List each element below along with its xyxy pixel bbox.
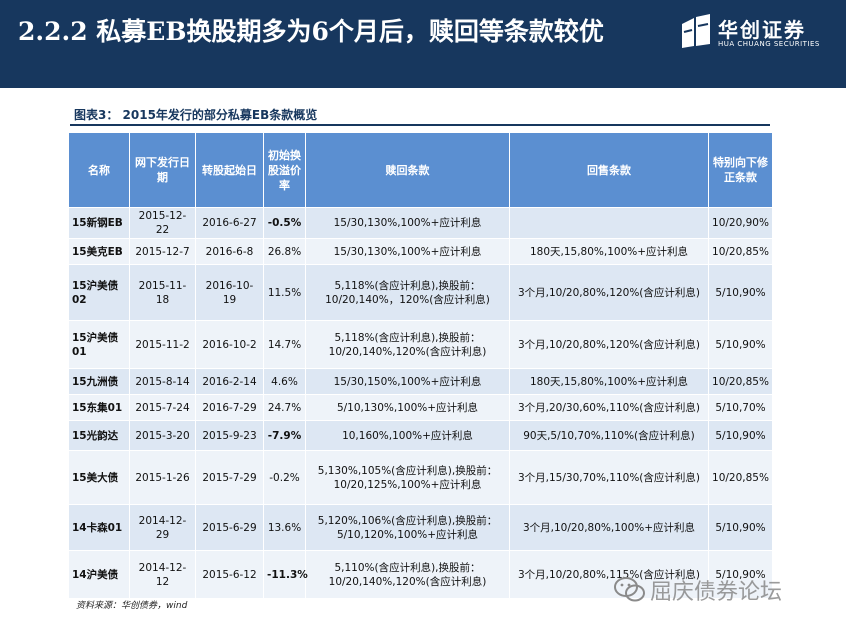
cell-name: 15沪美债02	[68, 264, 130, 321]
cell-issue-date: 2015-8-14	[129, 368, 196, 395]
cell-putback	[509, 207, 709, 239]
cell-conversion-start: 2016-6-8	[195, 238, 264, 265]
cell-putback: 90天,5/10,70%,110%(含应计利息)	[509, 420, 709, 451]
logo-mark-icon	[682, 14, 710, 48]
cell-name: 15光韵达	[68, 420, 130, 451]
table-row: 15沪美债02 2015-11-18 2016-10-19 11.5% 5,11…	[68, 264, 773, 321]
watermark-text: 屈庆债券论坛	[650, 580, 783, 605]
cell-name: 15美克EB	[68, 238, 130, 265]
cell-reset: 5/10,70%	[708, 394, 773, 421]
cell-putback: 3个月,15/30,70%,110%(含应计利息)	[509, 450, 709, 505]
source-note: 资料来源：华创债券，wind	[76, 601, 188, 611]
cell-conversion-start: 2015-7-29	[195, 450, 264, 505]
cell-reset: 10/20,85%	[708, 450, 773, 505]
cell-conversion-start: 2015-6-29	[195, 504, 264, 551]
wechat-icon	[614, 577, 645, 602]
cell-premium: 14.7%	[263, 320, 306, 369]
cell-conversion-start: 2016-7-29	[195, 394, 264, 421]
cell-reset: 10/20,85%	[708, 368, 773, 395]
cell-reset: 5/10,90%	[708, 420, 773, 451]
cell-redeem: 15/30,130%,100%+应计利息	[305, 207, 510, 239]
header-issue-date: 网下发行日期	[129, 132, 196, 208]
cell-premium: -11.3%	[263, 550, 308, 599]
cell-issue-date: 2015-12-22	[129, 207, 196, 239]
cell-putback: 3个月,10/20,80%,120%(含应计利息)	[509, 264, 709, 321]
cell-name: 15东集01	[68, 394, 130, 421]
cell-name: 15九洲债	[68, 368, 130, 395]
cell-issue-date: 2015-11-18	[129, 264, 196, 321]
logo-name: 华创证券	[718, 18, 806, 42]
cell-reset: 5/10,90%	[708, 504, 773, 551]
cell-putback: 3个月,20/30,60%,110%(含应计利息)	[509, 394, 709, 421]
table-row: 15新钢EB 2015-12-22 2016-6-27 -0.5% 15/30,…	[68, 207, 773, 239]
cell-issue-date: 2015-11-2	[129, 320, 196, 369]
cell-name: 14卡森01	[68, 504, 130, 551]
cell-redeem: 5,118%(含应计利息),换股前：10/20,140%,120%(含应计利息)	[305, 320, 510, 369]
cell-premium: 13.6%	[263, 504, 306, 551]
header-putback: 回售条款	[509, 132, 709, 208]
caption-divider	[70, 124, 770, 126]
header-name: 名称	[68, 132, 130, 208]
table-header-row: 名称 网下发行日期 转股起始日 初始换股溢价率 赎回条款 回售条款 特别向下修正…	[68, 132, 773, 208]
cell-issue-date: 2015-7-24	[129, 394, 196, 421]
cell-issue-date: 2014-12-12	[129, 550, 196, 599]
cell-conversion-start: 2016-10-19	[195, 264, 264, 321]
header-redeem: 赎回条款	[305, 132, 510, 208]
table-row: 15光韵达 2015-3-20 2015-9-23 -7.9% 10,160%,…	[68, 420, 773, 451]
cell-name: 15美大债	[68, 450, 130, 505]
cell-conversion-start: 2016-6-27	[195, 207, 264, 239]
cell-issue-date: 2015-3-20	[129, 420, 196, 451]
company-logo: 华创证券 HUA CHUANG SECURITIES	[680, 14, 830, 54]
cell-redeem: 15/30,150%,100%+应计利息	[305, 368, 510, 395]
header-conversion-start: 转股起始日	[195, 132, 264, 208]
figure-caption: 图表3： 2015年发行的部分私募EB条款概览	[74, 108, 318, 122]
cell-reset: 5/10,90%	[708, 320, 773, 369]
cell-premium: -7.9%	[263, 420, 306, 451]
eb-terms-table: 名称 网下发行日期 转股起始日 初始换股溢价率 赎回条款 回售条款 特别向下修正…	[68, 132, 773, 599]
cell-conversion-start: 2016-2-14	[195, 368, 264, 395]
cell-reset: 10/20,90%	[708, 207, 773, 239]
cell-premium: 26.8%	[263, 238, 306, 265]
cell-redeem: 15/30,130%,100%+应计利息	[305, 238, 510, 265]
cell-redeem: 5,120%,106%(含应计利息),换股前：5/10,120%,100%+应计…	[305, 504, 510, 551]
cell-redeem: 5,118%(含应计利息),换股前：10/20,140%，120%(含应计利息)	[305, 264, 510, 321]
cell-name: 14沪美债	[68, 550, 130, 599]
cell-conversion-start: 2015-6-12	[195, 550, 264, 599]
watermark: 屈庆债券论坛	[614, 572, 834, 612]
cell-premium: 4.6%	[263, 368, 306, 395]
table-row: 15东集01 2015-7-24 2016-7-29 24.7% 5/10,13…	[68, 394, 773, 421]
table-row: 14卡森01 2014-12-29 2015-6-29 13.6% 5,120%…	[68, 504, 773, 551]
table-row: 15美克EB 2015-12-7 2016-6-8 26.8% 15/30,13…	[68, 238, 773, 265]
header-premium: 初始换股溢价率	[263, 132, 306, 208]
slide-header: 2.2.2 私募EB换股期多为6个月后，赎回等条款较优 华创证券 HUA CHU…	[0, 0, 846, 88]
cell-putback: 180天,15,80%,100%+应计利息	[509, 368, 709, 395]
cell-premium: 24.7%	[263, 394, 306, 421]
cell-issue-date: 2015-1-26	[129, 450, 196, 505]
cell-redeem: 5/10,130%,100%+应计利息	[305, 394, 510, 421]
cell-name: 15沪美债01	[68, 320, 130, 369]
slide-title: 2.2.2 私募EB换股期多为6个月后，赎回等条款较优	[18, 17, 604, 46]
cell-conversion-start: 2016-10-2	[195, 320, 264, 369]
cell-conversion-start: 2015-9-23	[195, 420, 264, 451]
cell-reset: 10/20,85%	[708, 238, 773, 265]
header-reset: 特别向下修正条款	[708, 132, 773, 208]
cell-putback: 3个月,10/20,80%,120%(含应计利息)	[509, 320, 709, 369]
cell-redeem: 5,110%(含应计利息),换股前：10/20,140%,120%(含应计利息)	[305, 550, 510, 599]
cell-reset: 5/10,90%	[708, 264, 773, 321]
cell-redeem: 5,130%,105%(含应计利息),换股前：10/20,125%,100%+应…	[305, 450, 510, 505]
cell-redeem: 10,160%,100%+应计利息	[305, 420, 510, 451]
cell-premium: -0.2%	[263, 450, 306, 505]
cell-issue-date: 2015-12-7	[129, 238, 196, 265]
table-row: 15九洲债 2015-8-14 2016-2-14 4.6% 15/30,150…	[68, 368, 773, 395]
cell-name: 15新钢EB	[68, 207, 130, 239]
cell-premium: -0.5%	[263, 207, 306, 239]
table-row: 15沪美债01 2015-11-2 2016-10-2 14.7% 5,118%…	[68, 320, 773, 369]
cell-issue-date: 2014-12-29	[129, 504, 196, 551]
table-row: 15美大债 2015-1-26 2015-7-29 -0.2% 5,130%,1…	[68, 450, 773, 505]
cell-putback: 180天,15,80%,100%+应计利息	[509, 238, 709, 265]
logo-subtitle: HUA CHUANG SECURITIES	[718, 40, 820, 48]
cell-putback: 3个月,10/20,80%,100%+应计利息	[509, 504, 709, 551]
cell-premium: 11.5%	[263, 264, 306, 321]
